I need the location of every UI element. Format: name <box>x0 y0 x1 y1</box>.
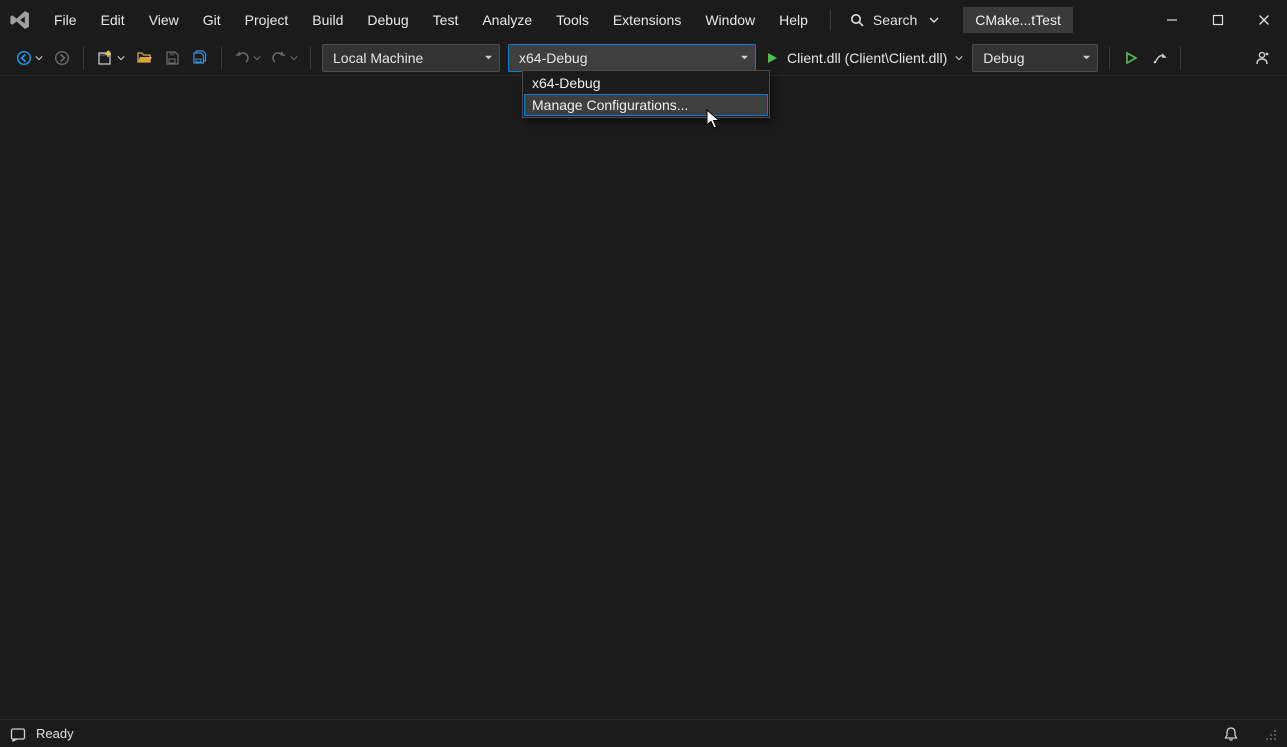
statusbar: Ready <box>0 719 1287 747</box>
play-icon <box>765 51 779 65</box>
chevron-down-icon <box>740 53 749 62</box>
menu-window[interactable]: Window <box>693 6 767 34</box>
window-maximize-button[interactable] <box>1195 0 1241 40</box>
chevron-down-icon <box>253 54 261 62</box>
menu-file[interactable]: File <box>42 6 89 34</box>
start-without-debug-button[interactable] <box>1118 45 1144 71</box>
separator <box>830 9 831 31</box>
nav-back-button[interactable] <box>12 45 47 71</box>
search-icon <box>849 12 865 28</box>
window-close-button[interactable] <box>1241 0 1287 40</box>
titlebar: File Edit View Git Project Build Debug T… <box>0 0 1287 40</box>
resize-grip-icon <box>1263 727 1277 741</box>
document-area <box>0 76 1287 719</box>
menu-project[interactable]: Project <box>233 6 301 34</box>
chevron-down-icon <box>35 54 43 62</box>
debug-target-value: Local Machine <box>333 50 423 66</box>
menu-git[interactable]: Git <box>191 6 233 34</box>
save-all-button[interactable] <box>187 45 213 71</box>
toolbar: Local Machine x64-Debug Client.dll (Clie… <box>0 40 1287 76</box>
new-item-button[interactable] <box>92 45 129 71</box>
menu-tools[interactable]: Tools <box>544 6 601 34</box>
redo-button[interactable] <box>267 45 302 71</box>
build-config-value: Debug <box>983 50 1024 66</box>
configuration-value: x64-Debug <box>519 50 588 66</box>
live-share-button[interactable] <box>1249 45 1275 71</box>
config-option-manage[interactable]: Manage Configurations... <box>524 94 768 116</box>
solution-name[interactable]: CMake...tTest <box>963 7 1073 33</box>
window-minimize-button[interactable] <box>1149 0 1195 40</box>
vs-logo-icon <box>8 8 32 32</box>
step-controls-button[interactable] <box>1146 45 1172 71</box>
search-box[interactable]: Search <box>841 8 947 32</box>
menu-help[interactable]: Help <box>767 6 820 34</box>
notifications-icon[interactable] <box>1223 726 1239 742</box>
startup-item-label: Client.dll (Client\Client.dll) <box>787 50 947 66</box>
configuration-dropdown-menu: x64-Debug Manage Configurations... <box>522 70 770 118</box>
menu-edit[interactable]: Edit <box>89 6 137 34</box>
config-option-x64-debug[interactable]: x64-Debug <box>524 72 768 94</box>
chevron-down-icon <box>1082 53 1091 62</box>
chevron-down-icon <box>929 15 939 25</box>
chevron-down-icon <box>484 53 493 62</box>
search-label: Search <box>873 12 917 28</box>
chevron-down-icon <box>290 54 298 62</box>
start-debugging-button[interactable]: Client.dll (Client\Client.dll) <box>761 50 967 66</box>
nav-forward-button[interactable] <box>49 45 75 71</box>
menu-extensions[interactable]: Extensions <box>601 6 693 34</box>
undo-button[interactable] <box>230 45 265 71</box>
menu-build[interactable]: Build <box>300 6 355 34</box>
status-text: Ready <box>36 726 74 741</box>
save-button[interactable] <box>159 45 185 71</box>
output-icon[interactable] <box>10 726 26 742</box>
build-config-dropdown[interactable]: Debug <box>972 44 1098 72</box>
configuration-dropdown[interactable]: x64-Debug <box>508 44 756 72</box>
menu-test[interactable]: Test <box>421 6 471 34</box>
menu-debug[interactable]: Debug <box>355 6 420 34</box>
menu-analyze[interactable]: Analyze <box>470 6 544 34</box>
menu-view[interactable]: View <box>137 6 191 34</box>
chevron-down-icon <box>955 54 963 62</box>
open-file-button[interactable] <box>131 45 157 71</box>
chevron-down-icon <box>117 54 125 62</box>
debug-target-dropdown[interactable]: Local Machine <box>322 44 500 72</box>
